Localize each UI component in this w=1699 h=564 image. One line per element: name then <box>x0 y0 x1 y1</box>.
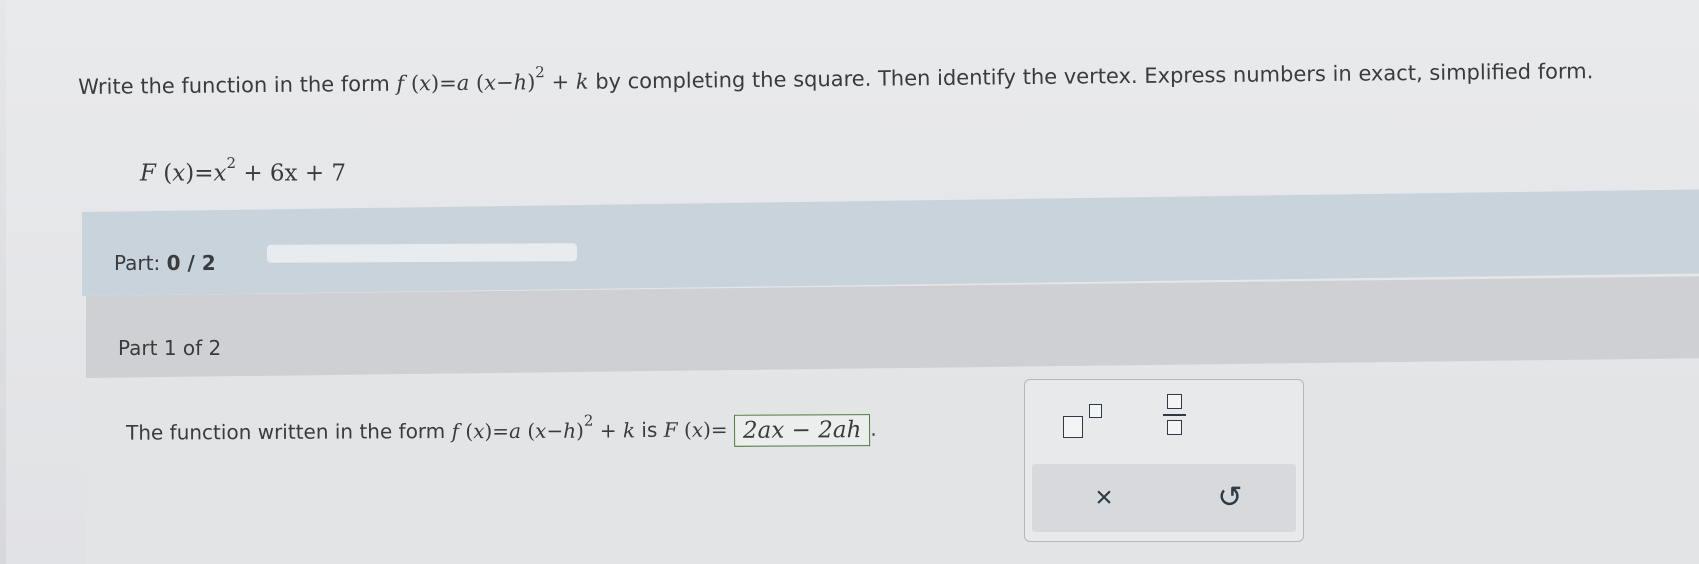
part-progress-label: Part: 0 / 2 <box>114 251 216 275</box>
exponent-button[interactable] <box>1053 400 1109 440</box>
question-text: Write the function in the form f (x)=a (… <box>78 55 1698 99</box>
assignment-sheet: Write the function in the form f (x)=a (… <box>6 0 1699 564</box>
palette-action-tray: × ↺ <box>1032 464 1296 532</box>
part-progress-bar <box>266 243 578 263</box>
page: Write the function in the form f (x)=a (… <box>0 0 1699 564</box>
form-expression: f (x)=a (x−h)2 + k <box>396 63 589 96</box>
fraction-button[interactable] <box>1147 390 1203 440</box>
clear-button[interactable]: × <box>1074 476 1134 520</box>
undo-button[interactable]: ↺ <box>1200 476 1260 520</box>
part-title: Part 1 of 2 <box>118 336 222 360</box>
math-palette: × ↺ <box>1024 379 1304 542</box>
answer-line: The function written in the form f (x)=a… <box>126 411 877 450</box>
question-lead: Write the function in the form <box>78 71 397 99</box>
answer-form-expression: f (x)=a (x−h)2 + k <box>451 411 636 443</box>
answer-input[interactable]: 2ax − 2ah <box>733 414 871 447</box>
given-function: F (x)=x2 + 6x + 7 <box>140 154 347 187</box>
part-body <box>86 378 1699 564</box>
question-tail: by completing the square. Then identify … <box>588 59 1594 94</box>
answer-lhs: F (x)= <box>663 417 735 442</box>
